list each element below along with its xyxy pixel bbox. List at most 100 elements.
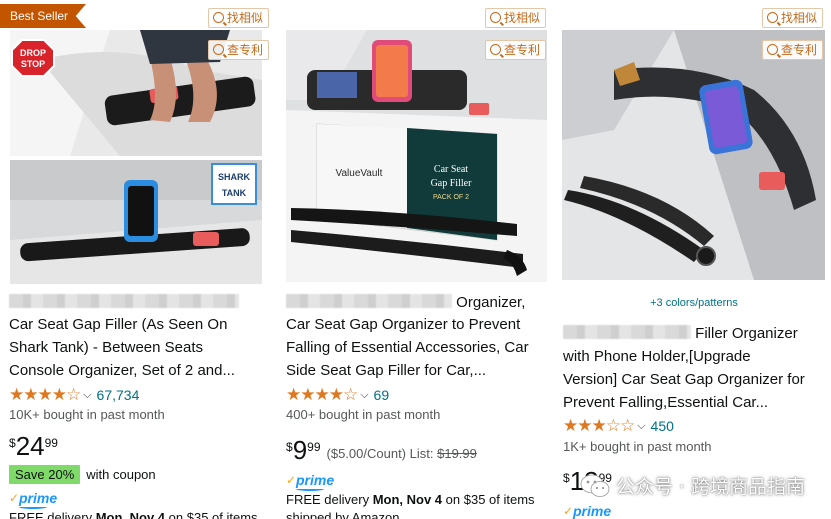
wechat-icon: [580, 474, 610, 497]
delivery-info: FREE delivery Mon, Nov 4 on $35 of items: [9, 509, 264, 519]
delivery-info: FREE delivery Mon, Nov 4 on $35 of items: [286, 491, 541, 508]
bought-past-month: 400+ bought in past month: [286, 407, 441, 422]
brand-name-redacted: [286, 294, 452, 308]
chevron-down-icon[interactable]: ⌵: [83, 385, 91, 405]
price-symbol: $: [286, 440, 293, 454]
patent-icon: [213, 44, 224, 55]
list-price: $19.99: [437, 446, 477, 461]
patent-icon: [767, 44, 778, 55]
prime-label: prime: [573, 503, 612, 519]
chevron-down-icon[interactable]: ⌵: [360, 385, 368, 405]
prime-label: prime: [296, 472, 335, 488]
delivery-suffix: on $35 of items: [445, 492, 535, 507]
box-text-2: Gap Filler: [431, 178, 472, 189]
star-rating-icon[interactable]: ★★★★☆: [286, 385, 358, 405]
shark-tank-text-1: SHARK: [218, 172, 251, 182]
rating-count-link[interactable]: 67,734: [97, 385, 140, 405]
product-title-link[interactable]: with Phone Holder,[Upgrade Version] Car …: [563, 345, 825, 414]
search-icon: [767, 12, 778, 23]
delivery-prefix: FREE delivery: [9, 510, 93, 519]
product-card[interactable]: 找相似 查专利 +3 colors/patterns Filler Organi…: [554, 0, 831, 519]
price[interactable]: $ 9 99 ($5.00/Count) List: $19.99: [286, 436, 541, 464]
prime-logo: ✓ prime: [563, 503, 831, 519]
wechat-watermark: 公众号 · 跨境商品指南: [580, 472, 805, 499]
price-whole: 24: [15, 431, 45, 461]
price-symbol: $: [9, 436, 16, 450]
rating-count-link[interactable]: 450: [651, 416, 674, 436]
prime-logo: ✓ prime: [9, 490, 270, 509]
find-similar-label: 找相似: [227, 11, 264, 25]
prime-label: prime: [19, 490, 58, 506]
price[interactable]: $ 24 99: [9, 432, 264, 460]
search-icon: [213, 12, 224, 23]
coupon-row[interactable]: Save 20% with coupon: [9, 465, 264, 484]
check-patent-button[interactable]: 查专利: [208, 40, 270, 60]
star-rating-icon[interactable]: ★★★★☆: [9, 385, 81, 405]
find-similar-button[interactable]: 找相似: [762, 8, 824, 28]
rating-row[interactable]: ★★★☆☆ ⌵ 450: [563, 416, 825, 436]
find-similar-button[interactable]: 找相似: [485, 8, 547, 28]
product-card[interactable]: DROP STOP SHARK TANK Best Seller 找相似 查专利…: [0, 0, 270, 519]
list-price-label: List:: [409, 446, 434, 461]
chevron-down-icon[interactable]: ⌵: [637, 416, 645, 436]
find-similar-button[interactable]: 找相似: [208, 8, 270, 28]
price-fraction: 99: [307, 440, 321, 454]
product-title-line: Car Seat Gap Filler (As Seen On: [9, 316, 228, 333]
brand-name-redacted: [9, 294, 239, 308]
search-icon: [490, 12, 501, 23]
rating-row[interactable]: ★★★★☆ ⌵ 69: [286, 385, 541, 405]
watermark-text: 公众号 · 跨境商品指南: [615, 476, 805, 498]
rating-row[interactable]: ★★★★☆ ⌵ 67,734: [9, 385, 264, 405]
bought-past-month: 10K+ bought in past month: [9, 407, 165, 422]
prime-check-icon: ✓: [286, 473, 297, 487]
bought-past-month: 1K+ bought in past month: [563, 439, 712, 454]
shipped-by: shipped by Amazon: [286, 510, 400, 519]
patent-icon: [490, 44, 501, 55]
box-text-1: Car Seat: [434, 164, 468, 175]
product-title-row[interactable]: [9, 294, 264, 312]
star-rating-icon[interactable]: ★★★☆☆: [563, 416, 635, 436]
check-patent-button[interactable]: 查专利: [485, 40, 547, 60]
product-card[interactable]: ValueVault Car Seat Gap Filler PACK OF 2…: [277, 0, 547, 519]
product-title-line: with Phone Holder,[Upgrade: [563, 348, 751, 365]
shark-tank-text-2: TANK: [222, 188, 247, 198]
product-title-line: Side Seat Gap Filler for Car,...: [286, 362, 487, 379]
unit-price: ($5.00/Count): [326, 446, 407, 461]
price-extra: ($5.00/Count) List: $19.99: [327, 446, 477, 461]
coupon-text: with coupon: [86, 467, 156, 482]
price-fraction: 99: [44, 436, 58, 450]
more-colors-link[interactable]: +3 colors/patterns: [563, 297, 825, 309]
product-title-line: Falling of Essential Accessories, Car: [286, 339, 529, 356]
brand-name-redacted: [563, 325, 691, 339]
product-results-grid: DROP STOP SHARK TANK Best Seller 找相似 查专利…: [0, 0, 831, 519]
delivery-prefix: FREE delivery: [286, 492, 370, 507]
check-patent-label: 查专利: [781, 43, 818, 57]
best-seller-badge: Best Seller: [0, 4, 87, 28]
product-title-line: Version] Car Seat Gap Organizer for: [563, 371, 805, 388]
check-patent-button[interactable]: 查专利: [762, 40, 824, 60]
check-patent-label: 查专利: [504, 43, 541, 57]
prime-check-icon: ✓: [563, 504, 574, 518]
product-title-suffix: Organizer,: [456, 294, 526, 311]
drop-stop-text-1: DROP: [20, 48, 46, 58]
prime-check-icon: ✓: [9, 491, 20, 505]
rating-count-link[interactable]: 69: [374, 385, 390, 405]
delivery-date: Mon, Nov 4: [95, 510, 166, 519]
product-title-row[interactable]: Filler Organizer: [563, 322, 825, 345]
product-title-line: Console Organizer, Set of 2 and...: [9, 362, 235, 379]
box-text-3: PACK OF 2: [433, 194, 469, 201]
brand-text: ValueVault: [336, 168, 383, 179]
product-title-suffix: Filler Organizer: [695, 325, 798, 342]
drop-stop-text-2: STOP: [21, 59, 45, 69]
product-title-link[interactable]: Car Seat Gap Filler (As Seen On Shark Ta…: [9, 313, 264, 382]
product-title-link[interactable]: Car Seat Gap Organizer to Prevent Fallin…: [286, 313, 541, 382]
price-symbol: $: [563, 471, 570, 485]
prime-logo: ✓ prime: [286, 472, 547, 491]
coupon-save-badge: Save 20%: [9, 465, 81, 484]
product-title-row[interactable]: Organizer,: [286, 291, 541, 314]
product-title-line: Shark Tank) - Between Seats: [9, 339, 203, 356]
find-similar-label: 找相似: [781, 11, 818, 25]
check-patent-label: 查专利: [227, 43, 264, 57]
product-title-line: Prevent Falling,Essential Car...: [563, 394, 769, 411]
delivery-date: Mon, Nov 4: [372, 492, 443, 507]
